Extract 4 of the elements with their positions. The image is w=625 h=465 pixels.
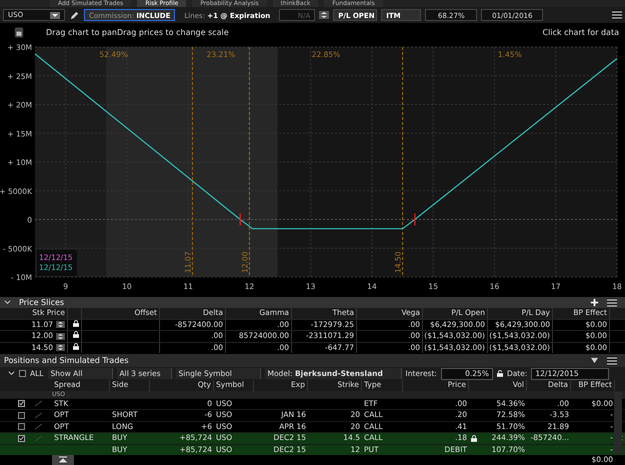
data-hint[interactable]: Click chart for data (542, 28, 619, 36)
section-title: Price Slices (19, 298, 64, 307)
drag-hint: Drag chart to panDrag prices to change scale (46, 28, 229, 36)
section-title: Positions and Simulated Trades (4, 356, 128, 365)
